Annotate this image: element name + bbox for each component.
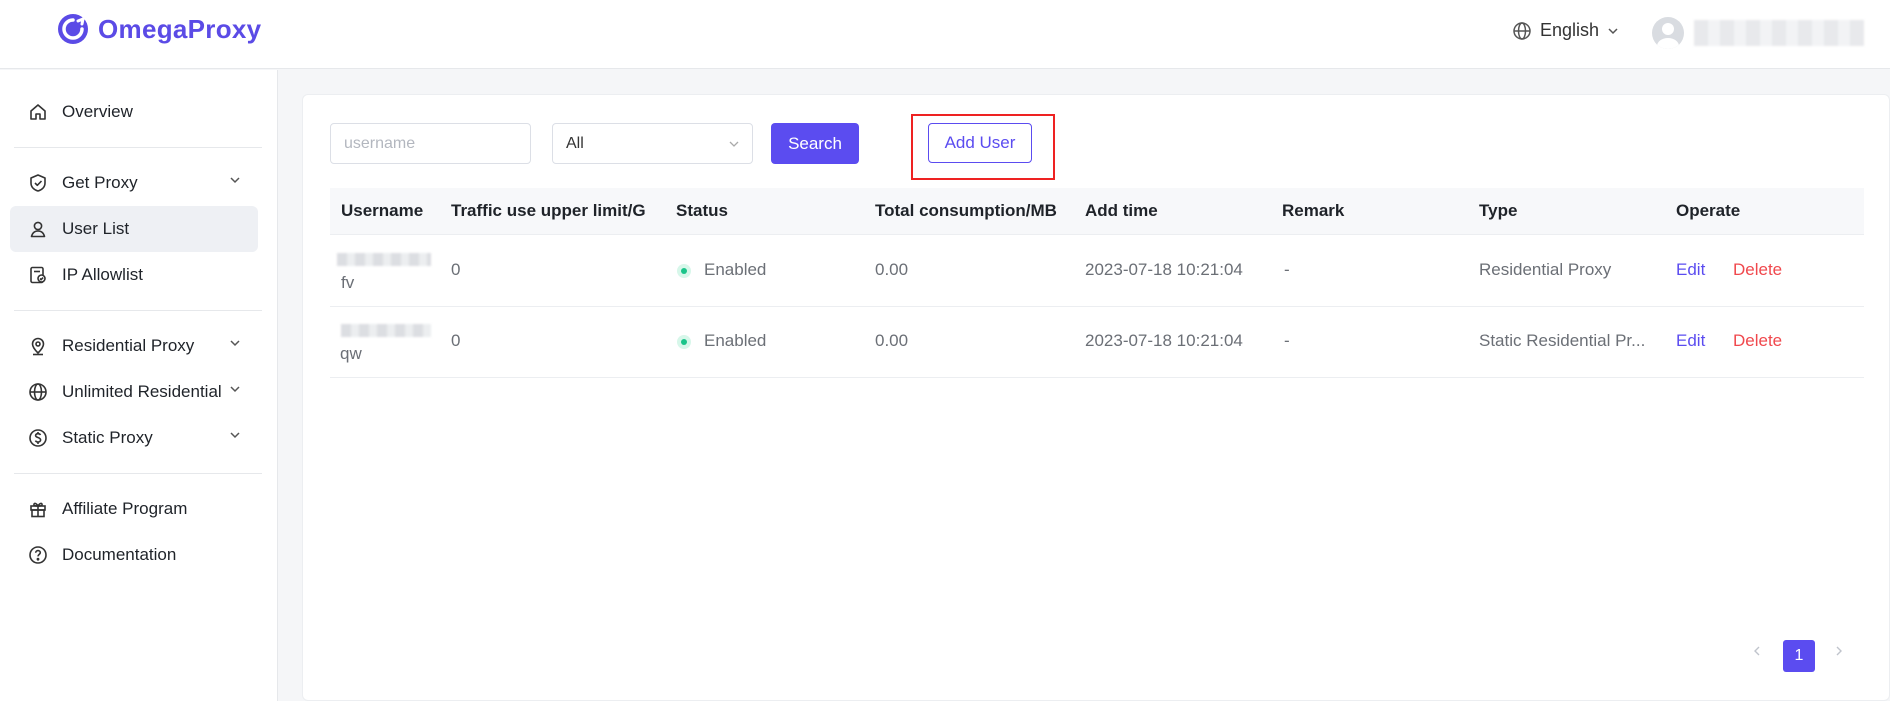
sidebar-item-ip-allowlist[interactable]: IP Allowlist bbox=[10, 252, 258, 298]
language-label: English bbox=[1540, 20, 1600, 40]
pagination-next-button[interactable] bbox=[1829, 641, 1849, 661]
status-enabled-dot-icon bbox=[677, 264, 691, 278]
sidebar-item-user-list[interactable]: User List bbox=[10, 206, 258, 252]
username-search-input[interactable] bbox=[330, 123, 531, 164]
brand-logo[interactable]: OmegaProxy bbox=[56, 12, 261, 46]
language-selector[interactable]: English bbox=[1512, 20, 1619, 41]
chevron-down-icon bbox=[729, 141, 739, 147]
row-type: Static Residential Pr... bbox=[1479, 331, 1646, 350]
sidebar-item-label: Residential Proxy bbox=[62, 336, 195, 355]
column-header-username: Username bbox=[341, 201, 424, 220]
sidebar: Overview Get Proxy User List IP Allowlis… bbox=[0, 70, 278, 701]
sidebar-item-label: Overview bbox=[62, 102, 133, 121]
sidebar-item-label: Documentation bbox=[62, 545, 177, 564]
row-username: qw bbox=[340, 344, 362, 363]
pagination-page-current[interactable]: 1 bbox=[1783, 640, 1815, 672]
redacted-username-prefix bbox=[337, 253, 431, 266]
sidebar-divider bbox=[14, 473, 262, 474]
sidebar-item-unlimited-residential[interactable]: Unlimited Residential bbox=[10, 369, 258, 415]
column-header-add-time: Add time bbox=[1085, 201, 1158, 220]
row-traffic-limit: 0 bbox=[451, 260, 461, 279]
edit-link[interactable]: Edit bbox=[1676, 260, 1705, 280]
avatar[interactable] bbox=[1652, 17, 1684, 49]
main-content-card bbox=[302, 94, 1890, 701]
row-status: Enabled bbox=[704, 331, 767, 350]
table-row: qw 0 Enabled 0.00 2023-07-18 10:21:04 - … bbox=[330, 307, 1864, 378]
chevron-left-icon bbox=[1754, 646, 1760, 656]
table-header: Username Traffic use upper limit/G Statu… bbox=[330, 188, 1864, 235]
sidebar-item-residential-proxy[interactable]: Residential Proxy bbox=[10, 323, 258, 369]
pagination-prev-button[interactable] bbox=[1747, 641, 1767, 661]
row-consumption: 0.00 bbox=[875, 331, 909, 350]
help-circle-icon bbox=[29, 546, 47, 564]
user-menu[interactable] bbox=[1652, 17, 1864, 49]
status-enabled-dot-icon bbox=[677, 335, 691, 349]
row-remark: - bbox=[1284, 331, 1290, 350]
sidebar-item-get-proxy[interactable]: Get Proxy bbox=[10, 160, 258, 206]
shield-check-icon bbox=[30, 174, 46, 192]
brand-name: OmegaProxy bbox=[98, 13, 262, 44]
delete-link[interactable]: Delete bbox=[1733, 260, 1782, 280]
add-user-button[interactable]: Add User bbox=[928, 123, 1032, 163]
chevron-right-icon bbox=[1836, 646, 1842, 656]
chevron-down-icon bbox=[1608, 27, 1618, 34]
status-filter-select[interactable]: All bbox=[552, 123, 753, 164]
globe-icon bbox=[29, 383, 47, 401]
location-pin-icon bbox=[31, 337, 45, 356]
column-header-traffic-limit: Traffic use upper limit/G bbox=[451, 201, 646, 220]
edit-link[interactable]: Edit bbox=[1676, 331, 1705, 351]
column-header-type: Type bbox=[1479, 201, 1518, 220]
sidebar-item-label: Unlimited Residential bbox=[62, 382, 222, 401]
dollar-circle-icon bbox=[29, 429, 47, 447]
row-status: Enabled bbox=[704, 260, 767, 279]
row-remark: - bbox=[1284, 260, 1290, 279]
redacted-username-prefix bbox=[341, 324, 431, 337]
sidebar-item-overview[interactable]: Overview bbox=[10, 89, 258, 135]
ip-list-icon bbox=[30, 266, 46, 284]
omegaproxy-logo-icon bbox=[58, 14, 88, 44]
home-icon bbox=[30, 104, 46, 120]
row-traffic-limit: 0 bbox=[451, 331, 461, 350]
sidebar-item-documentation[interactable]: Documentation bbox=[10, 532, 258, 578]
sidebar-item-static-proxy[interactable]: Static Proxy bbox=[10, 415, 258, 461]
row-add-time: 2023-07-18 10:21:04 bbox=[1085, 331, 1243, 350]
chevron-down-icon bbox=[230, 177, 240, 184]
row-type: Residential Proxy bbox=[1479, 260, 1612, 279]
status-filter-value: All bbox=[566, 134, 584, 152]
chevron-down-icon bbox=[230, 432, 240, 439]
redacted-username bbox=[1694, 20, 1864, 46]
table-row: fv 0 Enabled 0.00 2023-07-18 10:21:04 - … bbox=[330, 236, 1864, 307]
chevron-down-icon bbox=[230, 386, 240, 393]
column-header-operate: Operate bbox=[1676, 201, 1741, 220]
sidebar-item-label: User List bbox=[62, 219, 130, 238]
chevron-down-icon bbox=[230, 340, 240, 347]
row-username: fv bbox=[341, 273, 355, 292]
column-header-status: Status bbox=[676, 201, 728, 220]
column-header-consumption: Total consumption/MB bbox=[875, 201, 1057, 220]
sidebar-divider bbox=[14, 147, 262, 148]
sidebar-item-label: Affiliate Program bbox=[62, 499, 188, 518]
sidebar-divider bbox=[14, 310, 262, 311]
globe-icon bbox=[1513, 21, 1531, 40]
user-icon bbox=[30, 221, 46, 238]
gift-icon bbox=[30, 502, 46, 518]
search-button[interactable]: Search bbox=[771, 123, 859, 164]
sidebar-item-label: IP Allowlist bbox=[62, 265, 143, 284]
sidebar-item-label: Get Proxy bbox=[62, 173, 138, 192]
row-add-time: 2023-07-18 10:21:04 bbox=[1085, 260, 1243, 279]
sidebar-item-label: Static Proxy bbox=[62, 428, 153, 447]
column-header-remark: Remark bbox=[1282, 201, 1345, 220]
row-consumption: 0.00 bbox=[875, 260, 909, 279]
top-header: OmegaProxy English bbox=[0, 0, 1890, 69]
sidebar-item-affiliate-program[interactable]: Affiliate Program bbox=[10, 486, 258, 532]
delete-link[interactable]: Delete bbox=[1733, 331, 1782, 351]
